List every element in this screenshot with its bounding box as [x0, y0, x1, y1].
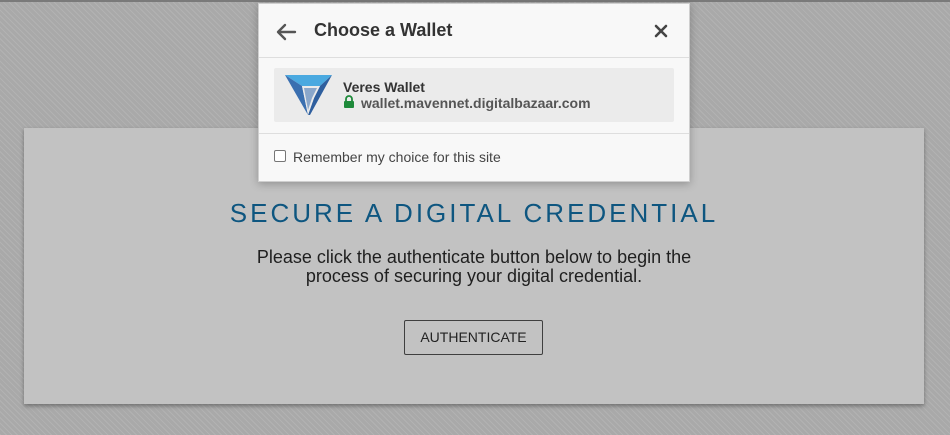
lock-icon [343, 95, 355, 108]
veres-logo [284, 74, 333, 116]
remember-label[interactable]: Remember my choice for this site [293, 149, 501, 165]
remember-checkbox[interactable] [274, 150, 286, 162]
wallet-url: wallet.mavennet.digitalbazaar.com [361, 95, 591, 111]
dialog-title: Choose a Wallet [314, 20, 453, 40]
wallet-chooser-dialog: Choose a Wallet Veres Wallet wallet.mave… [258, 3, 690, 182]
dialog-header: Choose a Wallet [259, 4, 689, 58]
description-line-1: Please click the authenticate button bel… [256, 247, 692, 267]
dialog-divider [259, 133, 689, 134]
arrow-left-icon[interactable] [275, 22, 297, 42]
description-line-2: process of securing your digital credent… [305, 266, 643, 286]
page-description: Please click the authenticate button bel… [24, 248, 924, 286]
wallet-name: Veres Wallet [343, 79, 425, 95]
authenticate-button[interactable]: AUTHENTICATE [404, 320, 543, 355]
wallet-option-veres[interactable]: Veres Wallet wallet.mavennet.digitalbaza… [274, 68, 674, 122]
page-title: SECURE A DIGITAL CREDENTIAL [229, 198, 719, 228]
top-border [0, 0, 950, 2]
close-icon[interactable] [653, 23, 669, 39]
